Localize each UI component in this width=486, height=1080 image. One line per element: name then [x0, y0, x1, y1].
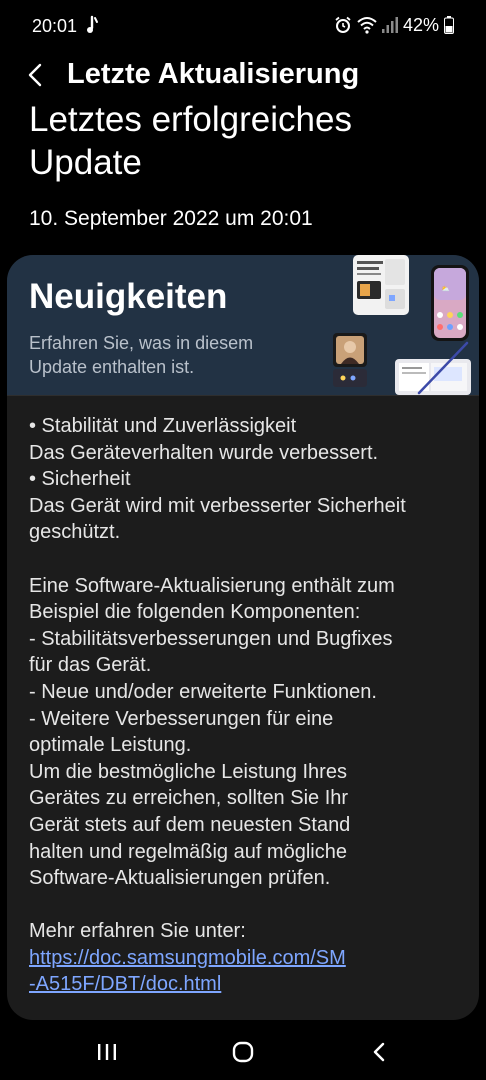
note-line: Gerät stets auf dem neuesten Stand	[29, 813, 351, 836]
note-line: Beispiel die folgenden Komponenten:	[29, 601, 361, 624]
recent-apps-button[interactable]	[87, 1036, 127, 1068]
back-arrow-icon	[28, 63, 42, 87]
home-button[interactable]	[223, 1036, 263, 1068]
note-line: - Neue und/oder erweiterte Funktionen.	[29, 680, 377, 703]
card-divider	[7, 395, 479, 396]
recent-apps-icon	[98, 1044, 116, 1060]
signal-icon	[381, 17, 398, 33]
note-line: • Stabilität und Zuverlässigkeit	[29, 415, 297, 437]
note-line: optimale Leistung.	[29, 734, 192, 757]
note-line: geschützt.	[29, 521, 121, 544]
home-icon	[232, 1041, 254, 1063]
news-subtitle: Erfahren Sie, was in diesem Update entha…	[29, 333, 254, 377]
status-icons: 42%	[334, 14, 454, 36]
news-banner: Neuigkeiten Erfahren Sie, was in diesem …	[7, 255, 479, 395]
nav-back-button[interactable]	[359, 1036, 399, 1068]
note-line: Das Gerät wird mit verbesserter Sicherhe…	[29, 494, 406, 517]
note-line: • Sicherheit	[29, 468, 131, 491]
link-part[interactable]: https://doc.samsungmobile.com/SM	[29, 947, 346, 969]
status-bar: 20:01 42%	[0, 0, 486, 52]
whats-new-card: Neuigkeiten Erfahren Sie, was in diesem …	[7, 255, 479, 1020]
back-button[interactable]	[18, 56, 52, 94]
back-icon	[373, 1042, 385, 1062]
navigation-bar	[0, 1024, 486, 1080]
devices-illustration: ⛅	[333, 255, 471, 395]
note-line: Um die bestmögliche Leistung Ihres	[29, 760, 347, 783]
documentation-link[interactable]: https://doc.samsungmobile.com/SM -A515F/…	[29, 945, 465, 998]
note-line: Eine Software-Aktualisierung enthält zum	[29, 574, 395, 597]
note-line: für das Gerät.	[29, 654, 152, 677]
link-part[interactable]: -A515F/DBT/doc.html	[29, 973, 221, 995]
note-line: - Stabilitätsverbesserungen und Bugfixes	[29, 627, 393, 650]
battery-percent: 42%	[402, 14, 439, 35]
svg-text:⛅: ⛅	[441, 285, 450, 293]
note-line: halten und regelmäßig auf mögliche	[29, 840, 347, 863]
notification-icon	[87, 15, 98, 33]
note-line: Software-Aktualisierungen prüfen.	[29, 867, 331, 890]
more-info-label: Mehr erfahren Sie unter:	[29, 920, 246, 943]
alarm-icon	[335, 16, 351, 33]
wifi-icon	[357, 17, 377, 34]
update-title: Letztes erfolgreiches Update	[29, 100, 352, 182]
note-line: - Weitere Verbesserungen für eine	[29, 707, 334, 730]
note-line: Das Geräteverhalten wurde verbessert.	[29, 441, 379, 464]
news-title: Neuigkeiten	[29, 277, 228, 316]
battery-icon	[444, 16, 454, 34]
page-title: Letzte Aktualisierung	[67, 58, 360, 90]
release-notes: • Stabilität und Zuverlässigkeit Das Ger…	[29, 413, 465, 998]
note-line: Gerätes zu erreichen, sollten Sie Ihr	[29, 787, 349, 810]
update-date: 10. September 2022 um 20:01	[29, 207, 313, 230]
status-time: 20:01	[32, 16, 78, 36]
header: Letzte Aktualisierung	[0, 52, 486, 98]
